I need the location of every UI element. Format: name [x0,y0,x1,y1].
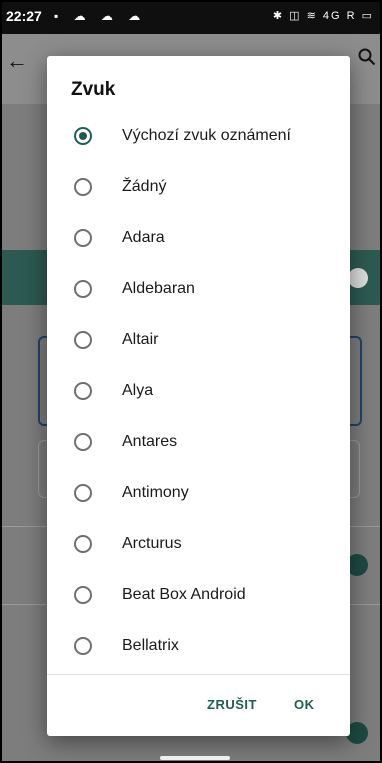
back-arrow-icon[interactable]: ← [6,48,28,74]
sound-option[interactable]: Aldebaran [47,263,350,314]
sound-option[interactable]: Antares [47,416,350,467]
sound-option-label: Antares [122,432,178,450]
sound-option[interactable]: Adara [47,212,350,263]
background-switch-icon [348,268,368,288]
sound-option-label: Altair [122,330,159,348]
sound-option-label: Žádný [122,177,167,195]
sound-option[interactable]: Alya [47,365,350,416]
sound-picker-dialog: Zvuk Výchozí zvuk oznámení Žádný Adara A… [47,56,350,736]
radio-unchecked-icon[interactable] [74,636,92,655]
radio-unchecked-icon[interactable] [74,585,92,604]
sound-option-label: Antimony [122,483,189,501]
cancel-button[interactable]: ZRUŠIT [207,697,257,712]
status-bar: 22:27 ▪ ☁ ☁ ☁ ✱ ◫ ≋ 4G R ▭ [0,0,382,34]
sound-option[interactable]: Žádný [47,161,350,212]
sound-option-label: Beat Box Android [122,585,246,603]
sound-option-label: Alya [122,381,154,399]
system-status-icons: ✱ ◫ ≋ 4G R ▭ [272,10,374,22]
sound-options-list: Výchozí zvuk oznámení Žádný Adara Aldeba… [47,110,350,671]
notification-icons: ▪ ☁ ☁ ☁ [54,9,147,23]
status-time: 22:27 [6,8,42,24]
ok-button[interactable]: OK [294,697,315,712]
sound-option[interactable]: Antimony [47,467,350,518]
sound-option[interactable]: Výchozí zvuk oznámení [47,110,350,161]
radio-checked-icon[interactable] [74,126,92,145]
sound-option-label: Bellatrix [122,636,179,654]
sound-option-label: Arcturus [122,534,182,552]
sound-option[interactable]: Arcturus [47,518,350,569]
radio-unchecked-icon[interactable] [74,177,92,196]
radio-unchecked-icon[interactable] [74,279,92,298]
sound-option-label: Aldebaran [122,279,195,297]
sound-option-label: Výchozí zvuk oznámení [122,126,291,144]
radio-unchecked-icon[interactable] [74,381,92,400]
sound-option[interactable]: Altair [47,314,350,365]
radio-unchecked-icon[interactable] [74,432,92,451]
search-icon[interactable] [358,48,376,72]
home-indicator[interactable] [160,756,230,760]
radio-unchecked-icon[interactable] [74,228,92,247]
radio-unchecked-icon[interactable] [74,534,92,553]
dialog-actions: ZRUŠIT OK [47,675,350,736]
sound-option[interactable]: Beat Box Android [47,569,350,620]
radio-unchecked-icon[interactable] [74,330,92,349]
radio-unchecked-icon[interactable] [74,483,92,502]
dialog-title: Zvuk [71,79,116,100]
sound-option-label: Adara [122,228,165,246]
sound-option[interactable]: Bellatrix [47,620,350,671]
